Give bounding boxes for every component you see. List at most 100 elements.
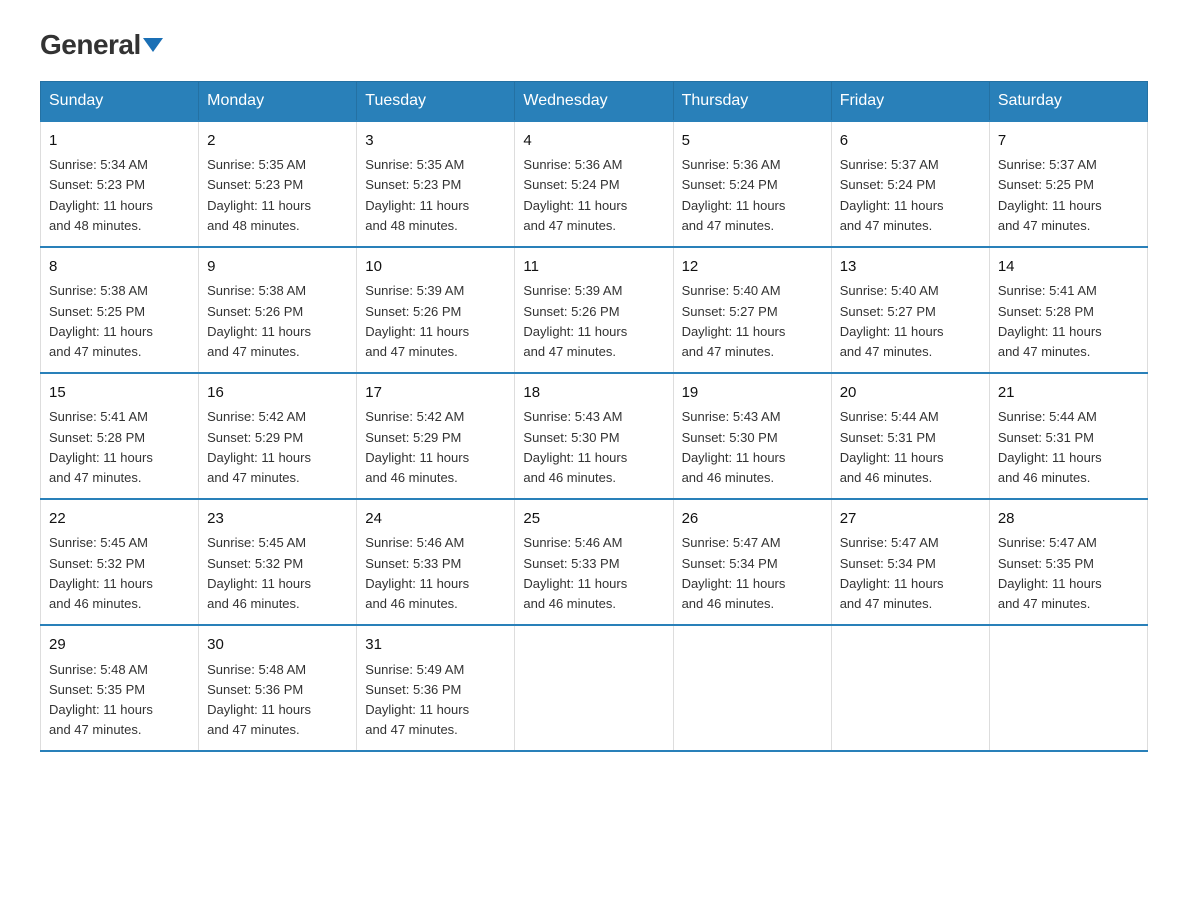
calendar-header-wednesday: Wednesday — [515, 81, 673, 121]
calendar-header-sunday: Sunday — [41, 81, 199, 121]
day-info: Sunrise: 5:34 AMSunset: 5:23 PMDaylight:… — [49, 157, 153, 232]
day-info: Sunrise: 5:39 AMSunset: 5:26 PMDaylight:… — [365, 283, 469, 358]
day-info: Sunrise: 5:44 AMSunset: 5:31 PMDaylight:… — [840, 409, 944, 484]
calendar-cell: 18 Sunrise: 5:43 AMSunset: 5:30 PMDaylig… — [515, 373, 673, 499]
calendar-cell: 11 Sunrise: 5:39 AMSunset: 5:26 PMDaylig… — [515, 247, 673, 373]
day-info: Sunrise: 5:39 AMSunset: 5:26 PMDaylight:… — [523, 283, 627, 358]
day-info: Sunrise: 5:35 AMSunset: 5:23 PMDaylight:… — [207, 157, 311, 232]
day-info: Sunrise: 5:48 AMSunset: 5:36 PMDaylight:… — [207, 662, 311, 737]
calendar-cell: 24 Sunrise: 5:46 AMSunset: 5:33 PMDaylig… — [357, 499, 515, 625]
calendar-header-row: SundayMondayTuesdayWednesdayThursdayFrid… — [41, 81, 1148, 121]
page-header: General — [40, 30, 1148, 61]
day-info: Sunrise: 5:45 AMSunset: 5:32 PMDaylight:… — [49, 535, 153, 610]
day-number: 20 — [840, 382, 981, 405]
day-info: Sunrise: 5:42 AMSunset: 5:29 PMDaylight:… — [207, 409, 311, 484]
day-number: 31 — [365, 634, 506, 657]
calendar-cell: 7 Sunrise: 5:37 AMSunset: 5:25 PMDayligh… — [989, 121, 1147, 247]
day-number: 4 — [523, 130, 664, 153]
day-info: Sunrise: 5:38 AMSunset: 5:26 PMDaylight:… — [207, 283, 311, 358]
calendar-cell: 8 Sunrise: 5:38 AMSunset: 5:25 PMDayligh… — [41, 247, 199, 373]
day-info: Sunrise: 5:46 AMSunset: 5:33 PMDaylight:… — [365, 535, 469, 610]
day-number: 13 — [840, 256, 981, 279]
calendar-cell: 27 Sunrise: 5:47 AMSunset: 5:34 PMDaylig… — [831, 499, 989, 625]
day-info: Sunrise: 5:38 AMSunset: 5:25 PMDaylight:… — [49, 283, 153, 358]
day-info: Sunrise: 5:41 AMSunset: 5:28 PMDaylight:… — [49, 409, 153, 484]
day-number: 27 — [840, 508, 981, 531]
calendar-header-tuesday: Tuesday — [357, 81, 515, 121]
calendar-cell: 22 Sunrise: 5:45 AMSunset: 5:32 PMDaylig… — [41, 499, 199, 625]
day-number: 10 — [365, 256, 506, 279]
day-info: Sunrise: 5:36 AMSunset: 5:24 PMDaylight:… — [523, 157, 627, 232]
calendar-cell: 26 Sunrise: 5:47 AMSunset: 5:34 PMDaylig… — [673, 499, 831, 625]
day-number: 9 — [207, 256, 348, 279]
day-number: 5 — [682, 130, 823, 153]
day-info: Sunrise: 5:43 AMSunset: 5:30 PMDaylight:… — [682, 409, 786, 484]
day-info: Sunrise: 5:35 AMSunset: 5:23 PMDaylight:… — [365, 157, 469, 232]
calendar-header-monday: Monday — [199, 81, 357, 121]
calendar-cell: 25 Sunrise: 5:46 AMSunset: 5:33 PMDaylig… — [515, 499, 673, 625]
calendar-cell: 9 Sunrise: 5:38 AMSunset: 5:26 PMDayligh… — [199, 247, 357, 373]
day-number: 12 — [682, 256, 823, 279]
calendar-week-row: 8 Sunrise: 5:38 AMSunset: 5:25 PMDayligh… — [41, 247, 1148, 373]
calendar-cell: 3 Sunrise: 5:35 AMSunset: 5:23 PMDayligh… — [357, 121, 515, 247]
calendar-cell: 15 Sunrise: 5:41 AMSunset: 5:28 PMDaylig… — [41, 373, 199, 499]
day-number: 16 — [207, 382, 348, 405]
day-number: 30 — [207, 634, 348, 657]
day-number: 25 — [523, 508, 664, 531]
logo-general: General — [40, 30, 163, 61]
day-number: 21 — [998, 382, 1139, 405]
day-number: 23 — [207, 508, 348, 531]
day-info: Sunrise: 5:49 AMSunset: 5:36 PMDaylight:… — [365, 662, 469, 737]
day-number: 8 — [49, 256, 190, 279]
day-info: Sunrise: 5:37 AMSunset: 5:25 PMDaylight:… — [998, 157, 1102, 232]
day-info: Sunrise: 5:45 AMSunset: 5:32 PMDaylight:… — [207, 535, 311, 610]
calendar-cell — [989, 625, 1147, 751]
calendar-header-friday: Friday — [831, 81, 989, 121]
calendar-cell: 30 Sunrise: 5:48 AMSunset: 5:36 PMDaylig… — [199, 625, 357, 751]
calendar-cell: 14 Sunrise: 5:41 AMSunset: 5:28 PMDaylig… — [989, 247, 1147, 373]
calendar-week-row: 22 Sunrise: 5:45 AMSunset: 5:32 PMDaylig… — [41, 499, 1148, 625]
day-info: Sunrise: 5:47 AMSunset: 5:34 PMDaylight:… — [840, 535, 944, 610]
calendar-cell: 13 Sunrise: 5:40 AMSunset: 5:27 PMDaylig… — [831, 247, 989, 373]
day-info: Sunrise: 5:47 AMSunset: 5:34 PMDaylight:… — [682, 535, 786, 610]
day-info: Sunrise: 5:40 AMSunset: 5:27 PMDaylight:… — [840, 283, 944, 358]
calendar-cell: 21 Sunrise: 5:44 AMSunset: 5:31 PMDaylig… — [989, 373, 1147, 499]
day-number: 14 — [998, 256, 1139, 279]
day-info: Sunrise: 5:43 AMSunset: 5:30 PMDaylight:… — [523, 409, 627, 484]
day-info: Sunrise: 5:36 AMSunset: 5:24 PMDaylight:… — [682, 157, 786, 232]
calendar-cell: 10 Sunrise: 5:39 AMSunset: 5:26 PMDaylig… — [357, 247, 515, 373]
day-number: 17 — [365, 382, 506, 405]
day-number: 1 — [49, 130, 190, 153]
calendar-cell: 19 Sunrise: 5:43 AMSunset: 5:30 PMDaylig… — [673, 373, 831, 499]
calendar-week-row: 15 Sunrise: 5:41 AMSunset: 5:28 PMDaylig… — [41, 373, 1148, 499]
calendar-cell: 5 Sunrise: 5:36 AMSunset: 5:24 PMDayligh… — [673, 121, 831, 247]
calendar-cell — [515, 625, 673, 751]
calendar-cell: 23 Sunrise: 5:45 AMSunset: 5:32 PMDaylig… — [199, 499, 357, 625]
day-number: 6 — [840, 130, 981, 153]
calendar-cell: 20 Sunrise: 5:44 AMSunset: 5:31 PMDaylig… — [831, 373, 989, 499]
logo-triangle-icon — [143, 38, 163, 52]
calendar-cell: 6 Sunrise: 5:37 AMSunset: 5:24 PMDayligh… — [831, 121, 989, 247]
day-info: Sunrise: 5:47 AMSunset: 5:35 PMDaylight:… — [998, 535, 1102, 610]
day-number: 15 — [49, 382, 190, 405]
day-number: 7 — [998, 130, 1139, 153]
calendar-cell: 1 Sunrise: 5:34 AMSunset: 5:23 PMDayligh… — [41, 121, 199, 247]
day-number: 28 — [998, 508, 1139, 531]
day-number: 18 — [523, 382, 664, 405]
calendar-cell: 31 Sunrise: 5:49 AMSunset: 5:36 PMDaylig… — [357, 625, 515, 751]
day-info: Sunrise: 5:40 AMSunset: 5:27 PMDaylight:… — [682, 283, 786, 358]
calendar-cell — [831, 625, 989, 751]
calendar-cell — [673, 625, 831, 751]
calendar-header-thursday: Thursday — [673, 81, 831, 121]
day-info: Sunrise: 5:37 AMSunset: 5:24 PMDaylight:… — [840, 157, 944, 232]
day-number: 2 — [207, 130, 348, 153]
day-number: 11 — [523, 256, 664, 279]
calendar-week-row: 1 Sunrise: 5:34 AMSunset: 5:23 PMDayligh… — [41, 121, 1148, 247]
calendar-table: SundayMondayTuesdayWednesdayThursdayFrid… — [40, 81, 1148, 752]
day-info: Sunrise: 5:42 AMSunset: 5:29 PMDaylight:… — [365, 409, 469, 484]
day-info: Sunrise: 5:46 AMSunset: 5:33 PMDaylight:… — [523, 535, 627, 610]
calendar-cell: 17 Sunrise: 5:42 AMSunset: 5:29 PMDaylig… — [357, 373, 515, 499]
logo: General — [40, 30, 163, 61]
day-number: 26 — [682, 508, 823, 531]
day-info: Sunrise: 5:48 AMSunset: 5:35 PMDaylight:… — [49, 662, 153, 737]
